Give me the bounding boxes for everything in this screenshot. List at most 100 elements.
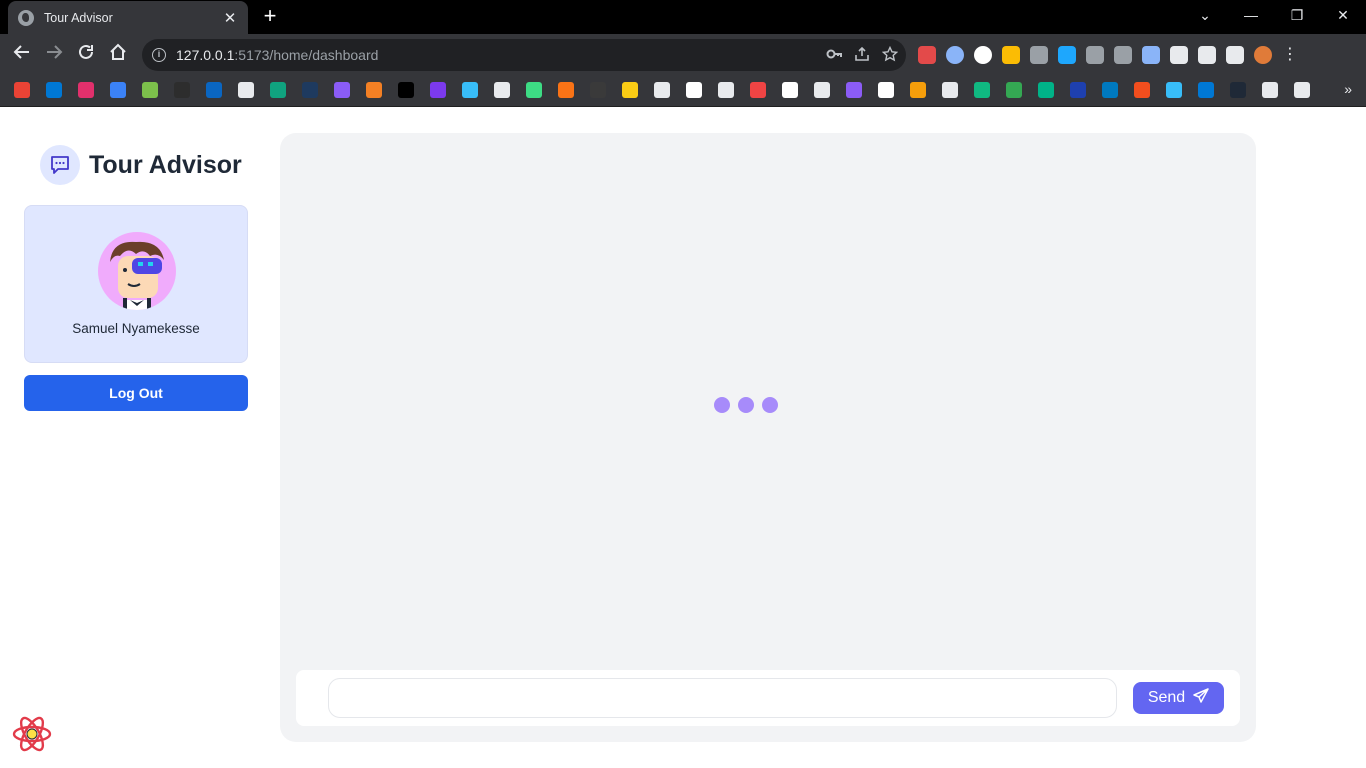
bookmark-favicon-icon[interactable] (366, 82, 382, 98)
bookmark-favicon-icon[interactable] (302, 82, 318, 98)
bookmark-favicon-icon[interactable] (558, 82, 574, 98)
url-host: 127.0.0.1 (176, 47, 235, 63)
bookmark-favicon-icon[interactable] (622, 82, 638, 98)
paper-plane-icon (1193, 687, 1209, 709)
browser-tab-bar: Tour Advisor ✕ + ⌄ — ❐ ✕ (0, 0, 1366, 34)
chat-panel: Send (280, 133, 1256, 742)
bookmark-favicon-icon[interactable] (334, 82, 350, 98)
bookmark-favicon-icon[interactable] (78, 82, 94, 98)
send-label: Send (1147, 689, 1186, 706)
profile-avatar-icon[interactable] (1254, 46, 1272, 64)
bookmark-favicon-icon[interactable] (942, 82, 958, 98)
extension-icon[interactable] (1142, 46, 1160, 64)
bookmark-favicon-icon[interactable] (1070, 82, 1086, 98)
bookmark-favicon-icon[interactable] (718, 82, 734, 98)
bookmark-favicon-icon[interactable] (462, 82, 478, 98)
new-tab-button[interactable]: + (258, 4, 282, 28)
extension-icon[interactable] (1086, 46, 1104, 64)
browser-tab[interactable]: Tour Advisor ✕ (8, 1, 248, 34)
bookmark-favicon-icon[interactable] (1230, 82, 1246, 98)
extension-icon[interactable] (946, 46, 964, 64)
extensions-row: ⋮ (918, 46, 1298, 64)
bookmark-favicon-icon[interactable] (686, 82, 702, 98)
app-page: Tour Advisor Samuel Nyamekesse Log Out S… (0, 108, 1366, 768)
bookmark-favicon-icon[interactable] (494, 82, 510, 98)
extension-icon[interactable] (1058, 46, 1076, 64)
bookmark-favicon-icon[interactable] (1134, 82, 1150, 98)
bookmark-favicon-icon[interactable] (1102, 82, 1118, 98)
download-icon[interactable] (1198, 46, 1216, 64)
message-composer: Send (296, 670, 1240, 726)
tab-title: Tour Advisor (44, 10, 113, 25)
bookmark-favicon-icon[interactable] (1294, 82, 1310, 98)
home-icon[interactable] (106, 43, 130, 67)
bookmark-favicon-icon[interactable] (110, 82, 126, 98)
typing-indicator (714, 397, 778, 413)
bookmark-favicon-icon[interactable] (238, 82, 254, 98)
minimize-button[interactable]: — (1228, 7, 1274, 23)
bookmark-favicon-icon[interactable] (1262, 82, 1278, 98)
bookmark-star-icon[interactable] (881, 45, 899, 65)
bookmark-favicon-icon[interactable] (782, 82, 798, 98)
url-path: :5173/home/dashboard (234, 47, 379, 63)
brand: Tour Advisor (40, 145, 242, 185)
bookmark-favicon-icon[interactable] (46, 82, 62, 98)
extension-icon[interactable] (974, 46, 992, 64)
logout-button[interactable]: Log Out (24, 375, 248, 411)
bookmark-favicon-icon[interactable] (14, 82, 30, 98)
user-name: Samuel Nyamekesse (72, 321, 200, 336)
tab-search-icon[interactable]: ⌄ (1182, 7, 1228, 24)
key-icon[interactable] (826, 46, 842, 65)
more-bookmarks-icon[interactable]: » (1344, 81, 1352, 97)
tab-close-icon[interactable]: ✕ (222, 9, 238, 27)
bookmark-favicon-icon[interactable] (206, 82, 222, 98)
send-button[interactable]: Send (1133, 682, 1224, 714)
message-input[interactable] (328, 678, 1117, 718)
bookmark-favicon-icon[interactable] (878, 82, 894, 98)
bookmark-favicon-icon[interactable] (910, 82, 926, 98)
bookmark-favicon-icon[interactable] (174, 82, 190, 98)
reload-icon[interactable] (74, 43, 98, 67)
bookmark-favicon-icon[interactable] (750, 82, 766, 98)
window-close-button[interactable]: ✕ (1320, 7, 1366, 24)
bookmark-favicon-icon[interactable] (654, 82, 670, 98)
avatar (98, 232, 176, 310)
forward-arrow-icon[interactable] (42, 43, 66, 67)
back-arrow-icon[interactable] (10, 43, 34, 67)
chat-bubble-icon (40, 145, 80, 185)
bookmark-favicon-icon[interactable] (526, 82, 542, 98)
loader-dot (714, 397, 730, 413)
bookmark-favicon-icon[interactable] (1166, 82, 1182, 98)
bookmark-favicon-icon[interactable] (1038, 82, 1054, 98)
bookmarks-bar: » (0, 76, 1366, 107)
extension-icon[interactable] (1114, 46, 1132, 64)
bookmark-favicon-icon[interactable] (1198, 82, 1214, 98)
bookmark-favicon-icon[interactable] (398, 82, 414, 98)
bookmark-favicon-icon[interactable] (846, 82, 862, 98)
bookmark-favicon-icon[interactable] (590, 82, 606, 98)
bookmark-favicon-icon[interactable] (270, 82, 286, 98)
loader-dot (762, 397, 778, 413)
extension-icon[interactable] (1030, 46, 1048, 64)
puzzle-icon[interactable] (1170, 46, 1188, 64)
url-text: 127.0.0.1:5173/home/dashboard (176, 47, 378, 63)
profile-card: Samuel Nyamekesse (24, 205, 248, 363)
restore-button[interactable]: ❐ (1274, 7, 1320, 24)
loader-dot (738, 397, 754, 413)
bookmark-favicon-icon[interactable] (430, 82, 446, 98)
bookmark-favicon-icon[interactable] (1006, 82, 1022, 98)
kebab-menu-icon[interactable]: ⋮ (1282, 46, 1298, 64)
browser-toolbar: i 127.0.0.1:5173/home/dashboard ⋮ (0, 34, 1366, 76)
address-bar[interactable]: i 127.0.0.1:5173/home/dashboard (142, 39, 906, 71)
extension-icon[interactable] (918, 46, 936, 64)
extension-icon[interactable] (1002, 46, 1020, 64)
brand-title: Tour Advisor (89, 150, 242, 179)
react-devtools-icon[interactable] (12, 714, 52, 754)
site-info-icon[interactable]: i (152, 48, 166, 62)
bookmark-favicon-icon[interactable] (974, 82, 990, 98)
share-icon[interactable] (854, 46, 870, 65)
bookmark-favicon-icon[interactable] (142, 82, 158, 98)
bookmark-favicon-icon[interactable] (814, 82, 830, 98)
side-panel-icon[interactable] (1226, 46, 1244, 64)
globe-icon (18, 9, 34, 26)
